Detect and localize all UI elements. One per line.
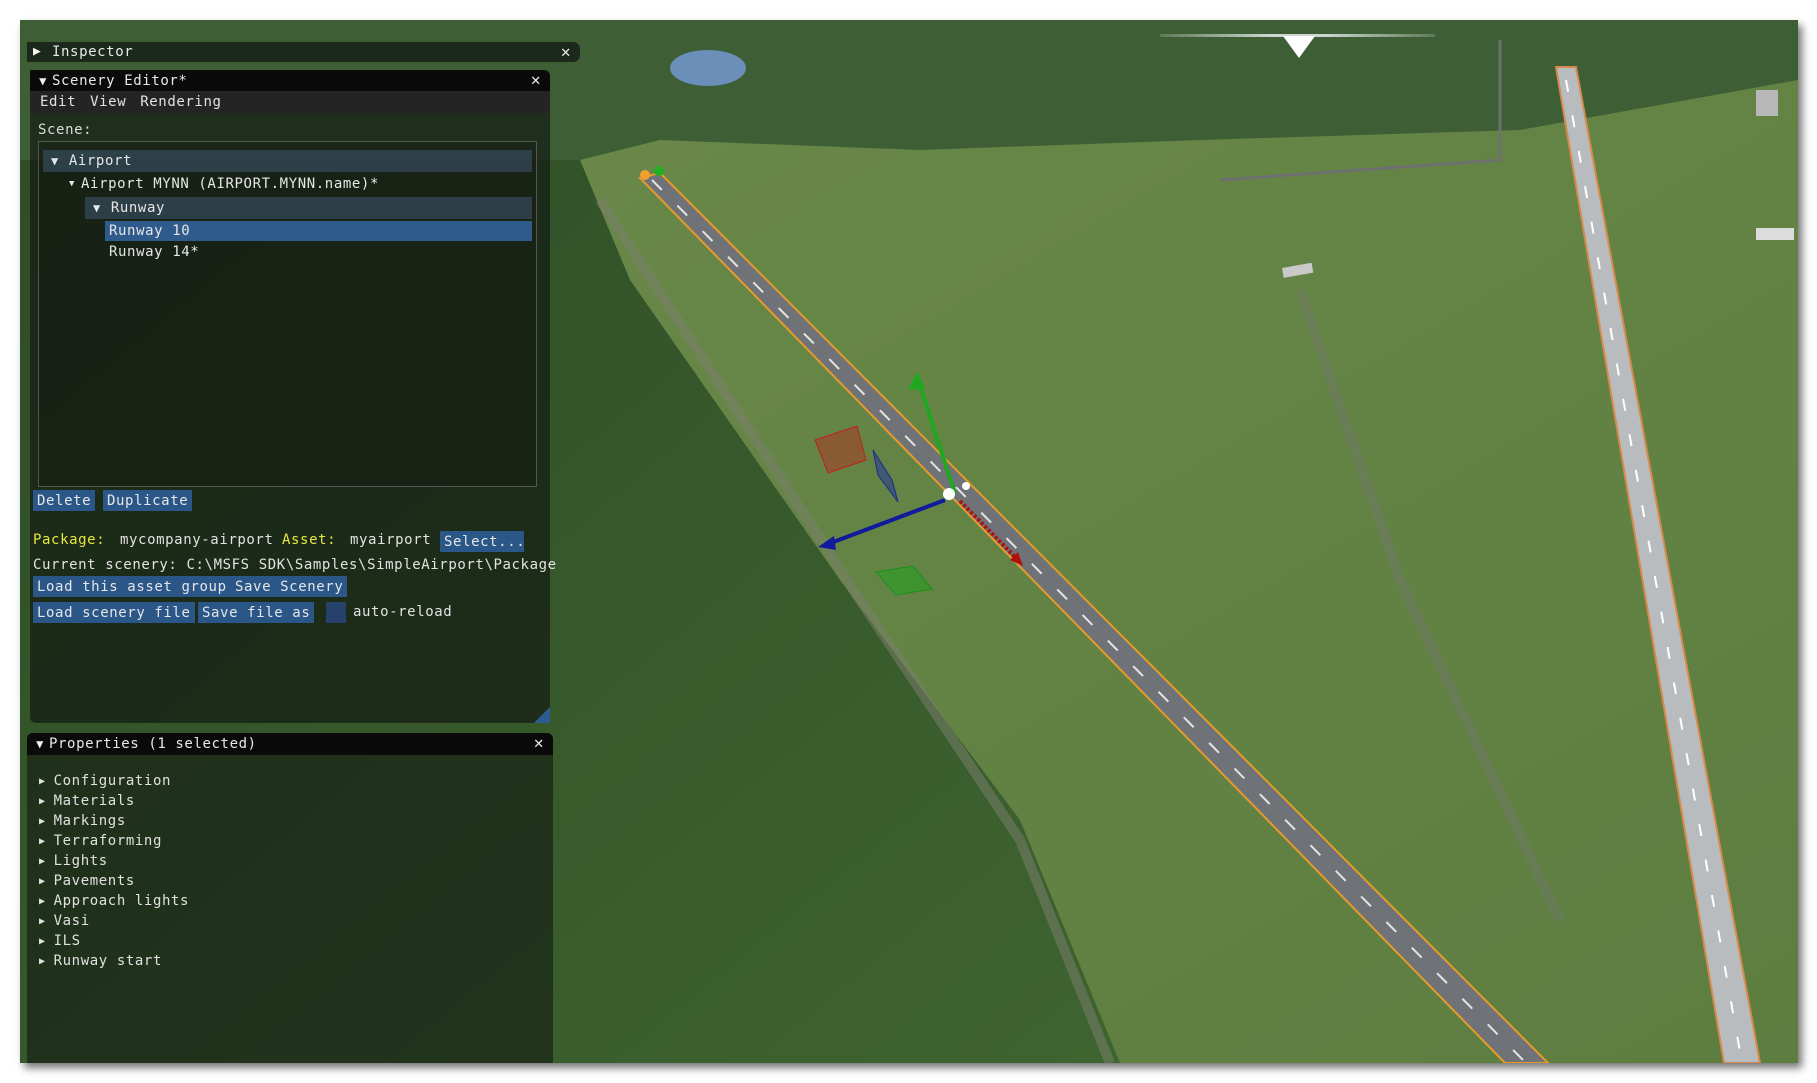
scenery-editor-window: ▼ Scenery Editor* ✕ Edit View Rendering … bbox=[30, 70, 556, 723]
runway-end-handle[interactable] bbox=[654, 166, 664, 176]
property-section[interactable]: ▶ Lights bbox=[39, 853, 108, 869]
property-section-label: Configuration bbox=[53, 773, 171, 789]
collapsed-triangle-icon[interactable]: ▶ bbox=[39, 956, 46, 967]
collapsed-triangle-icon[interactable]: ▶ bbox=[33, 44, 41, 59]
property-section[interactable]: ▶ Terraforming bbox=[39, 833, 162, 849]
current-scenery-label: Current scenery: bbox=[33, 557, 178, 573]
inspector-window[interactable]: ▶ Inspector ✕ bbox=[27, 42, 580, 62]
tree-item-runway-10[interactable]: Runway 10 bbox=[105, 221, 532, 241]
menu-view[interactable]: View bbox=[90, 94, 126, 110]
menu-edit[interactable]: Edit bbox=[40, 94, 76, 110]
tree-item-label: Airport MYNN (AIRPORT.MYNN.name)* bbox=[81, 176, 379, 192]
collapsed-triangle-icon[interactable]: ▶ bbox=[39, 936, 46, 947]
heading-pointer-icon bbox=[1283, 36, 1315, 58]
tree-item-label: Airport bbox=[68, 153, 133, 169]
scene-tree[interactable]: ▼ Airport ▼ Airport MYNN (AIRPORT.MYNN.n… bbox=[38, 141, 537, 487]
property-section[interactable]: ▶ Approach lights bbox=[39, 893, 189, 909]
collapsed-triangle-icon[interactable]: ▶ bbox=[39, 916, 46, 927]
collapsed-triangle-icon[interactable]: ▶ bbox=[39, 836, 46, 847]
property-section-label: Pavements bbox=[53, 873, 135, 889]
expanded-triangle-icon[interactable]: ▼ bbox=[31, 737, 49, 751]
property-section-label: Lights bbox=[53, 853, 108, 869]
properties-titlebar[interactable]: ▼ Properties (1 selected) ✕ bbox=[27, 733, 553, 755]
expanded-triangle-icon[interactable]: ▼ bbox=[69, 179, 75, 189]
package-label: Package: bbox=[33, 532, 106, 548]
auto-reload-checkbox[interactable] bbox=[326, 602, 346, 623]
scenery-editor-title: Scenery Editor* bbox=[52, 72, 188, 89]
property-section[interactable]: ▶ Materials bbox=[39, 793, 135, 809]
property-section[interactable]: ▶ Runway start bbox=[39, 953, 162, 969]
lake bbox=[670, 50, 746, 86]
collapsed-triangle-icon[interactable]: ▶ bbox=[39, 896, 46, 907]
menu-rendering[interactable]: Rendering bbox=[140, 94, 221, 110]
properties-close-icon[interactable]: ✕ bbox=[531, 735, 547, 751]
load-asset-group-button[interactable]: Load this asset group bbox=[33, 576, 231, 597]
save-scenery-button[interactable]: Save Scenery bbox=[231, 576, 348, 597]
scenery-editor-close-icon[interactable]: ✕ bbox=[528, 72, 544, 88]
gizmo-handle[interactable] bbox=[962, 482, 970, 490]
property-section-label: ILS bbox=[53, 933, 81, 949]
expanded-triangle-icon[interactable]: ▼ bbox=[34, 74, 52, 88]
tree-item-runway-group[interactable]: ▼ Runway bbox=[85, 197, 532, 219]
collapsed-triangle-icon[interactable]: ▶ bbox=[39, 796, 46, 807]
delete-button[interactable]: Delete bbox=[33, 490, 96, 511]
property-section-label: Runway start bbox=[53, 953, 162, 969]
resize-grip[interactable] bbox=[534, 707, 550, 723]
tree-item-airport-mynn[interactable]: ▼ Airport MYNN (AIRPORT.MYNN.name)* bbox=[69, 173, 529, 195]
runway-start-handle[interactable] bbox=[640, 170, 650, 180]
tree-item-label: Runway bbox=[110, 200, 166, 216]
asset-label: Asset: bbox=[282, 532, 337, 548]
inspector-close-icon[interactable]: ✕ bbox=[558, 44, 574, 60]
properties-title: Properties (1 selected) bbox=[49, 736, 257, 752]
current-scenery-path: C:\MSFS SDK\Samples\SimpleAirport\Packag… bbox=[186, 557, 557, 573]
tree-item-label: Runway 14* bbox=[109, 244, 200, 260]
properties-window: ▼ Properties (1 selected) ✕ ▶ Configurati… bbox=[27, 733, 553, 1063]
inspector-title: Inspector bbox=[52, 44, 134, 60]
property-section-label: Materials bbox=[53, 793, 135, 809]
property-section[interactable]: ▶ ILS bbox=[39, 933, 81, 949]
property-section[interactable]: ▶ Pavements bbox=[39, 873, 135, 889]
collapsed-triangle-icon[interactable]: ▶ bbox=[39, 856, 46, 867]
package-value: mycompany-airport bbox=[120, 532, 274, 548]
property-section[interactable]: ▶ Vasi bbox=[39, 913, 90, 929]
tree-item-runway-14[interactable]: Runway 14* bbox=[109, 242, 529, 262]
property-section[interactable]: ▶ Configuration bbox=[39, 773, 171, 789]
property-section-label: Markings bbox=[53, 813, 126, 829]
property-section-label: Approach lights bbox=[53, 893, 190, 909]
hangar bbox=[1756, 228, 1794, 240]
property-section[interactable]: ▶ Markings bbox=[39, 813, 126, 829]
scene-label: Scene: bbox=[38, 122, 93, 138]
tree-item-label: Runway 10 bbox=[109, 223, 191, 239]
duplicate-button[interactable]: Duplicate bbox=[103, 490, 193, 511]
expanded-triangle-icon[interactable]: ▼ bbox=[93, 201, 101, 215]
collapsed-triangle-icon[interactable]: ▶ bbox=[39, 816, 46, 827]
collapsed-triangle-icon[interactable]: ▶ bbox=[39, 776, 46, 787]
collapsed-triangle-icon[interactable]: ▶ bbox=[39, 876, 46, 887]
property-section-label: Vasi bbox=[53, 913, 90, 929]
select-asset-button[interactable]: Select... bbox=[440, 531, 525, 552]
hangar bbox=[1756, 90, 1778, 116]
save-file-as-button[interactable]: Save file as bbox=[198, 602, 315, 623]
expanded-triangle-icon[interactable]: ▼ bbox=[51, 154, 59, 168]
load-scenery-file-button[interactable]: Load scenery file bbox=[33, 602, 195, 623]
tree-item-airport[interactable]: ▼ Airport bbox=[43, 150, 532, 172]
auto-reload-label: auto-reload bbox=[353, 604, 453, 620]
property-section-label: Terraforming bbox=[53, 833, 162, 849]
scenery-editor-titlebar[interactable]: ▼ Scenery Editor* ✕ bbox=[30, 70, 550, 91]
asset-value: myairport bbox=[350, 532, 432, 548]
gizmo-center[interactable] bbox=[943, 488, 955, 500]
menu-bar: Edit View Rendering bbox=[30, 91, 550, 113]
